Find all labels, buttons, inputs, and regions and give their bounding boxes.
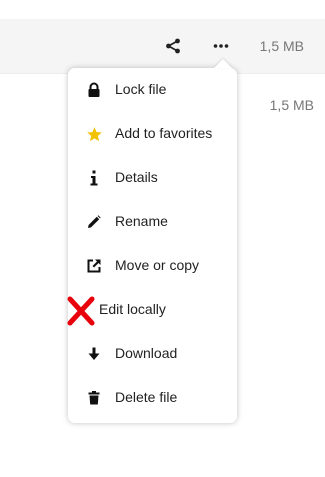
more-actions-button[interactable] bbox=[208, 33, 234, 59]
menu-item-label: Add to favorites bbox=[115, 125, 213, 141]
share-icon bbox=[166, 38, 180, 54]
menu-item-move-or-copy[interactable]: Move or copy bbox=[68, 244, 237, 288]
menu-item-details[interactable]: Details bbox=[68, 156, 237, 200]
pencil-icon bbox=[84, 212, 104, 232]
external-link-icon bbox=[84, 256, 104, 276]
share-button[interactable] bbox=[160, 33, 186, 59]
menu-item-label: Move or copy bbox=[115, 257, 200, 273]
file-row[interactable]: 1,5 MB bbox=[0, 19, 325, 74]
file-size: 1,5 MB bbox=[259, 38, 304, 54]
menu-item-rename[interactable]: Rename bbox=[68, 200, 237, 244]
lock-icon bbox=[84, 80, 104, 100]
file-size-second-row: 1,5 MB bbox=[269, 97, 314, 113]
menu-item-label: Rename bbox=[115, 213, 168, 229]
menu-item-edit-locally[interactable]: Edit locally bbox=[67, 288, 237, 332]
download-arrow-icon bbox=[84, 344, 104, 364]
menu-item-add-to-favorites[interactable]: Add to favorites bbox=[68, 112, 237, 156]
menu-item-label: Download bbox=[115, 345, 178, 361]
file-actions-menu: Lock file Add to favorites Details Renam… bbox=[67, 59, 237, 423]
menu-item-label: Delete file bbox=[115, 389, 178, 405]
menu-arrow bbox=[214, 59, 232, 68]
info-icon bbox=[84, 168, 104, 188]
menu-item-label: Details bbox=[115, 169, 158, 185]
star-icon bbox=[84, 124, 104, 144]
menu-item-lock-file[interactable]: Lock file bbox=[68, 68, 237, 112]
trash-icon bbox=[84, 388, 104, 408]
red-x-icon bbox=[67, 296, 95, 326]
menu-item-delete-file[interactable]: Delete file bbox=[68, 376, 237, 420]
more-horizontal-icon bbox=[213, 44, 229, 48]
menu-item-download[interactable]: Download bbox=[68, 332, 237, 376]
menu-item-label: Edit locally bbox=[99, 301, 166, 317]
menu-item-label: Lock file bbox=[115, 81, 167, 97]
